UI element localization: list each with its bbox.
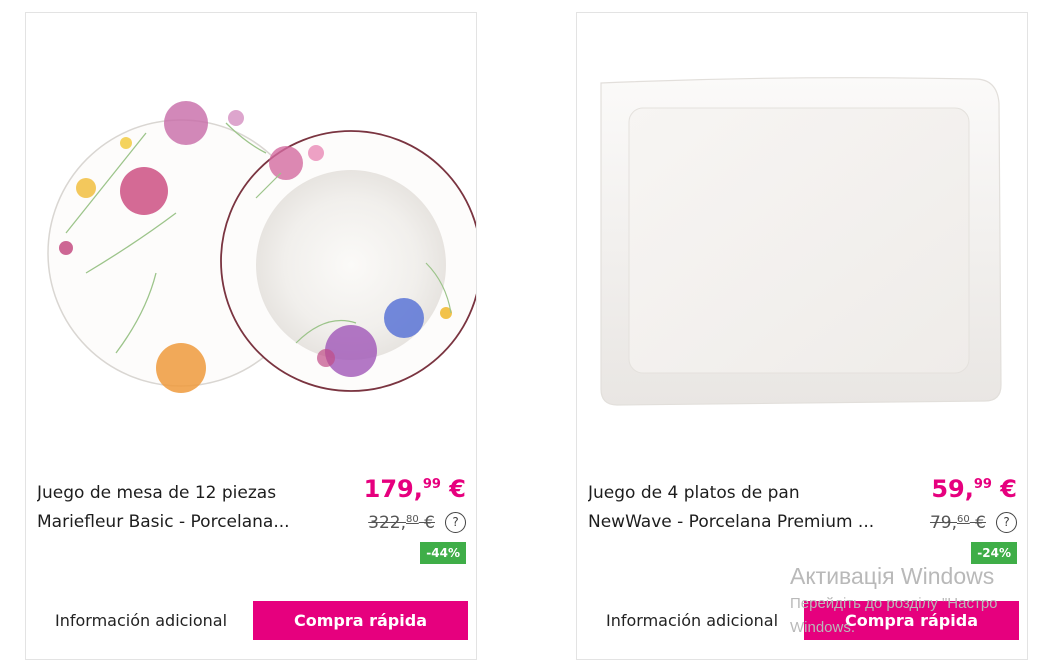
old-price-integer: 79,	[929, 512, 958, 533]
discount-badge: -24%	[971, 542, 1017, 564]
question-mark-icon[interactable]: ?	[445, 512, 466, 533]
price-cents: 99	[422, 477, 441, 492]
old-price: 322,80 €	[368, 513, 435, 533]
product-title-line2: NewWave - Porcelana Premium ...	[588, 512, 875, 532]
old-price-cents: 60	[957, 513, 970, 525]
old-price-row: 79,60 € ?	[930, 512, 1017, 533]
old-price: 79,60 €	[930, 513, 986, 533]
old-price-row: 322,80 € ?	[368, 512, 466, 533]
product-image[interactable]	[26, 13, 476, 468]
product-title-line2: Mariefleur Basic - Porcelana...	[37, 512, 290, 532]
more-info-link[interactable]: Información adicional	[55, 611, 227, 630]
current-price: 59,99 €	[931, 475, 1017, 503]
price-currency: €	[440, 475, 466, 503]
product-title[interactable]: Juego de 4 platos de pan NewWave - Porce…	[588, 479, 888, 537]
more-info-link[interactable]: Información adicional	[606, 611, 778, 630]
price-integer: 59,	[931, 475, 974, 503]
product-card[interactable]: Juego de 4 platos de pan NewWave - Porce…	[576, 12, 1028, 660]
product-title-line1: Juego de 4 platos de pan	[588, 483, 800, 503]
current-price: 179,99 €	[364, 475, 466, 503]
price-cents: 99	[973, 477, 992, 492]
question-mark-icon[interactable]: ?	[996, 512, 1017, 533]
discount-badge: -44%	[420, 542, 466, 564]
product-title[interactable]: Juego de mesa de 12 piezas Mariefleur Ba…	[37, 479, 337, 537]
old-price-currency: €	[969, 512, 986, 533]
price-currency: €	[991, 475, 1017, 503]
quick-buy-button[interactable]: Compra rápida	[804, 601, 1019, 640]
old-price-integer: 322,	[368, 512, 407, 533]
product-card[interactable]: Juego de mesa de 12 piezas Mariefleur Ba…	[25, 12, 477, 660]
old-price-currency: €	[418, 512, 435, 533]
old-price-cents: 80	[406, 513, 419, 525]
product-title-line1: Juego de mesa de 12 piezas	[37, 483, 277, 503]
product-image[interactable]	[577, 13, 1027, 468]
price-integer: 179,	[363, 475, 423, 503]
quick-buy-button[interactable]: Compra rápida	[253, 601, 468, 640]
